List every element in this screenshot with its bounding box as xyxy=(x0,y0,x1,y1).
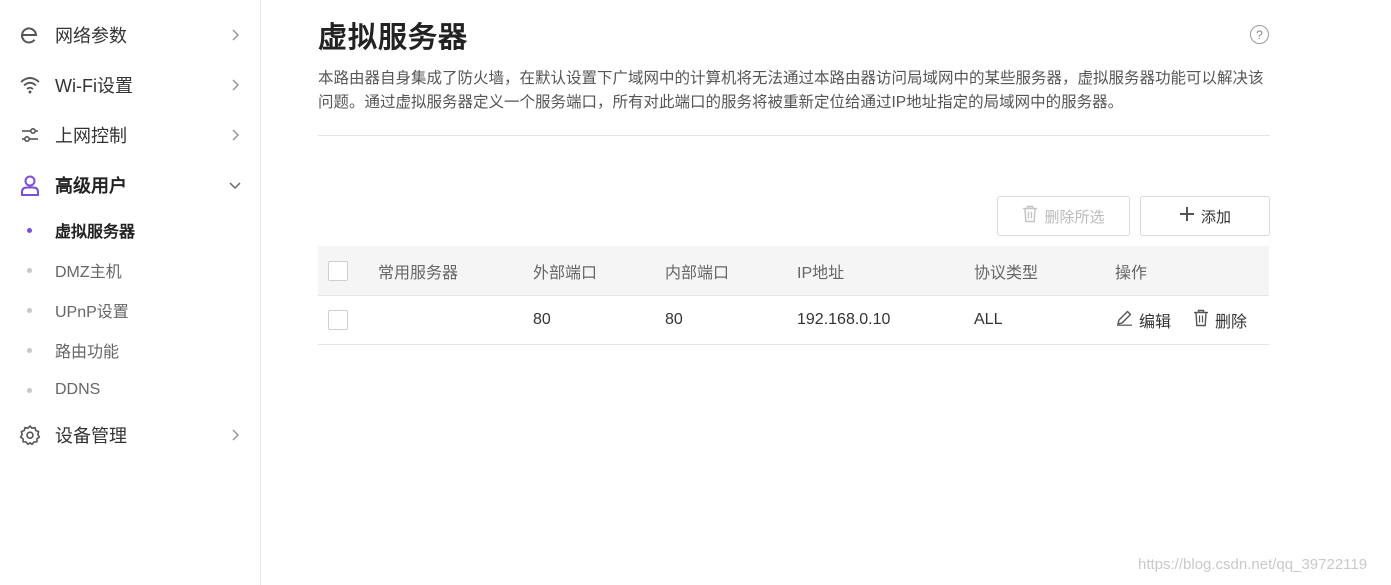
chevron-right-icon xyxy=(228,428,242,442)
sidebar-item-advanced-user[interactable]: 高级用户 xyxy=(0,160,260,210)
edit-label: 编辑 xyxy=(1139,314,1172,331)
header-external-port: 外部端口 xyxy=(533,264,598,282)
header-ip: IP地址 xyxy=(797,264,845,282)
header-service: 常用服务器 xyxy=(378,264,459,282)
delete-selected-button[interactable]: 删除所选 xyxy=(997,196,1130,236)
virtual-server-table: 常用服务器 外部端口 内部端口 IP地址 协议类型 操作 80 80 192.1… xyxy=(318,246,1269,345)
page-title: 虚拟服务器 xyxy=(318,22,469,54)
bullet-dot xyxy=(27,387,32,393)
sidebar-subitem-virtual-server[interactable]: 虚拟服务器 xyxy=(0,212,260,248)
sidebar-subitem-label: DDNS xyxy=(55,381,101,398)
sidebar-item-label: 设备管理 xyxy=(55,426,127,446)
bullet-dot xyxy=(27,307,32,313)
sidebar-subitem-ddns[interactable]: DDNS xyxy=(0,372,260,408)
add-label: 添加 xyxy=(1200,208,1231,226)
bullet-dot xyxy=(27,347,32,353)
plus-icon xyxy=(1179,206,1195,226)
help-icon[interactable]: ? xyxy=(1250,25,1269,44)
header-action: 操作 xyxy=(1115,264,1148,282)
sidebar-item-label: 高级用户 xyxy=(55,176,127,196)
sidebar: 网络参数 Wi-Fi设置 上网控制 高级用户 虚拟服务器 DMZ主机 UPnP设… xyxy=(0,0,261,585)
table-header: 常用服务器 外部端口 内部端口 IP地址 协议类型 操作 xyxy=(318,246,1269,296)
cell-internal-port: 80 xyxy=(665,311,683,328)
add-button[interactable]: 添加 xyxy=(1140,196,1270,236)
trash-icon xyxy=(1022,205,1038,227)
cell-actions: 编辑 删除 xyxy=(1116,296,1247,344)
divider xyxy=(318,135,1270,136)
chevron-right-icon xyxy=(228,28,242,42)
chevron-right-icon xyxy=(228,128,242,142)
cell-ip: 192.168.0.10 xyxy=(797,311,891,328)
select-all-checkbox[interactable] xyxy=(328,260,348,281)
sidebar-item-network-params[interactable]: 网络参数 xyxy=(0,10,260,60)
header-protocol: 协议类型 xyxy=(974,264,1039,282)
sidebar-subitem-routing[interactable]: 路由功能 xyxy=(0,332,260,368)
table-row: 80 80 192.168.0.10 ALL 编辑 删除 xyxy=(318,296,1269,345)
chevron-down-icon xyxy=(228,178,242,192)
delete-selected-label: 删除所选 xyxy=(1044,208,1105,226)
bullet-dot xyxy=(27,227,32,233)
page-description: 本路由器自身集成了防火墙，在默认设置下广域网中的计算机将无法通过本路由器访问局域… xyxy=(318,70,1264,111)
bullet-dot xyxy=(27,267,32,273)
edit-button[interactable]: 编辑 xyxy=(1116,308,1171,332)
wifi-icon xyxy=(19,74,41,96)
user-icon xyxy=(19,174,41,196)
sidebar-item-wifi[interactable]: Wi-Fi设置 xyxy=(0,60,260,110)
sidebar-subitem-label: UPnP设置 xyxy=(55,304,129,321)
header-internal-port: 内部端口 xyxy=(665,264,730,282)
pencil-icon xyxy=(1116,309,1133,331)
cell-external-port: 80 xyxy=(533,311,551,328)
sidebar-subitem-upnp[interactable]: UPnP设置 xyxy=(0,292,260,328)
delete-row-button[interactable]: 删除 xyxy=(1193,308,1247,332)
sidebar-subitem-label: DMZ主机 xyxy=(55,264,122,281)
chevron-right-icon xyxy=(228,78,242,92)
gear-icon xyxy=(19,424,41,446)
sidebar-subitem-dmz[interactable]: DMZ主机 xyxy=(0,252,260,288)
e-icon xyxy=(19,24,41,46)
row-checkbox[interactable] xyxy=(328,310,348,330)
sidebar-item-label: Wi-Fi设置 xyxy=(55,76,133,96)
sidebar-item-label: 网络参数 xyxy=(55,26,127,46)
sidebar-item-device-management[interactable]: 设备管理 xyxy=(0,410,260,460)
cell-protocol: ALL xyxy=(974,311,1003,328)
delete-label: 删除 xyxy=(1215,314,1248,331)
sidebar-item-label: 上网控制 xyxy=(55,126,127,146)
sliders-icon xyxy=(19,124,41,146)
sidebar-subitem-label: 路由功能 xyxy=(55,344,120,361)
row-checkbox-cell xyxy=(328,296,348,344)
header-checkbox-cell xyxy=(328,246,348,295)
watermark: https://blog.csdn.net/qq_39722119 xyxy=(1138,556,1368,573)
sidebar-item-internet-control[interactable]: 上网控制 xyxy=(0,110,260,160)
sidebar-subitem-label: 虚拟服务器 xyxy=(55,224,136,241)
trash-icon xyxy=(1193,309,1209,332)
